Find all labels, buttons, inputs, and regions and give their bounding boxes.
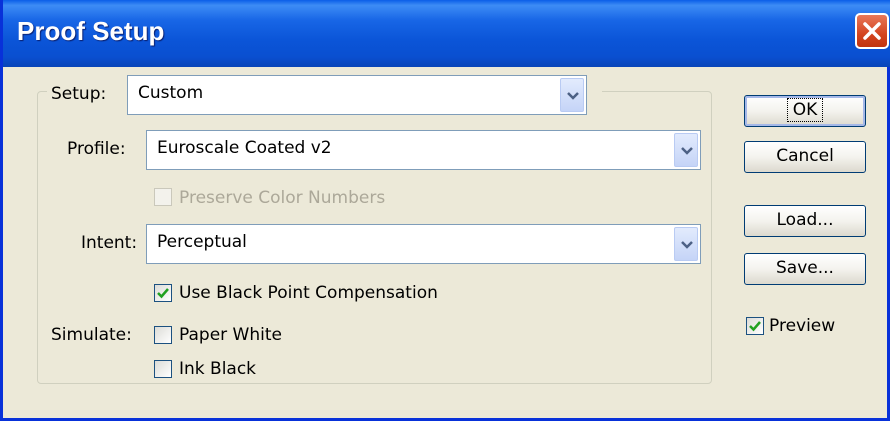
paper-white-checkbox[interactable] (154, 326, 172, 344)
setup-dropdown[interactable]: Custom (127, 75, 587, 115)
ink-black-label: Ink Black (179, 359, 257, 379)
setup-value: Custom (138, 83, 204, 103)
profile-label: Profile: (67, 139, 126, 159)
title-bar[interactable]: Proof Setup (3, 0, 890, 67)
profile-value: Euroscale Coated v2 (157, 138, 332, 158)
preserve-color-numbers-checkbox[interactable] (154, 188, 172, 206)
close-icon (863, 22, 881, 40)
black-point-label: Use Black Point Compensation (179, 283, 438, 303)
checkmark-icon (157, 288, 169, 299)
close-button[interactable] (855, 13, 889, 49)
chevron-down-icon[interactable] (674, 227, 698, 261)
preserve-color-numbers-label: Preserve Color Numbers (179, 188, 386, 208)
intent-label: Intent: (81, 233, 138, 253)
window-title: Proof Setup (17, 16, 165, 46)
chevron-down-icon[interactable] (560, 78, 584, 112)
load-button[interactable]: Load... (744, 205, 866, 237)
preview-label: Preview (769, 316, 836, 336)
checkmark-icon (749, 321, 761, 332)
setup-label: Setup: (51, 84, 107, 104)
intent-value: Perceptual (157, 232, 247, 252)
ok-button[interactable]: OK (744, 95, 866, 127)
save-button[interactable]: Save... (744, 253, 866, 285)
black-point-checkbox[interactable] (154, 284, 172, 302)
profile-dropdown[interactable]: Euroscale Coated v2 (146, 130, 701, 170)
proof-setup-dialog: Proof Setup Setup: Custom Profile: Euros… (0, 0, 890, 421)
chevron-down-icon[interactable] (674, 133, 698, 167)
simulate-label: Simulate: (51, 325, 132, 345)
paper-white-label: Paper White (179, 325, 282, 345)
preview-checkbox[interactable] (746, 317, 764, 335)
intent-dropdown[interactable]: Perceptual (146, 224, 701, 264)
ink-black-checkbox[interactable] (154, 360, 172, 378)
cancel-button[interactable]: Cancel (744, 141, 866, 173)
